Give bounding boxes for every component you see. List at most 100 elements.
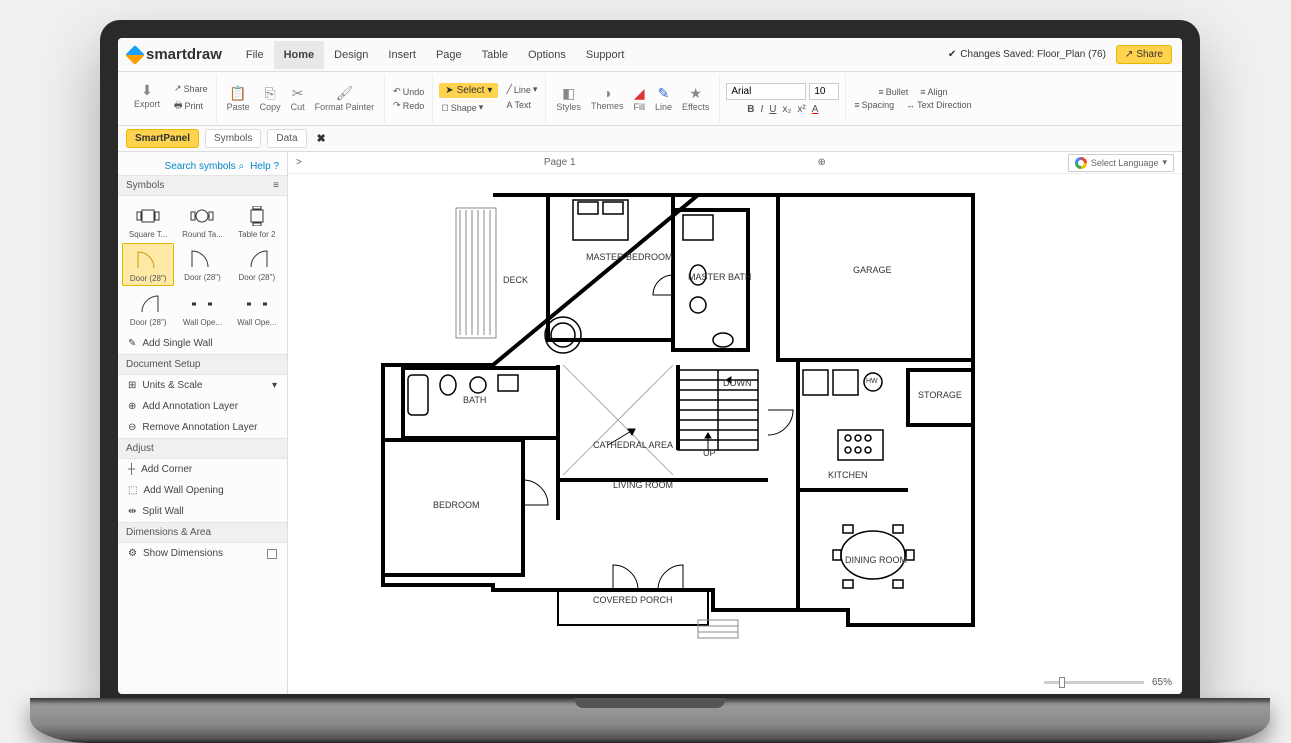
text-tool-button[interactable]: A Text [504, 99, 539, 111]
symbol-wall-opening-1[interactable]: Wall Ope... [176, 288, 228, 329]
symbol-door-1[interactable]: Door (28") [122, 243, 174, 286]
cut-button[interactable]: ✂Cut [287, 85, 309, 112]
symbols-section-header: Symbols≡ [118, 175, 287, 196]
help-icon: ? [273, 161, 279, 172]
share-button[interactable]: ↗Share [1116, 45, 1172, 64]
dimensions-area-header: Dimensions & Area [118, 522, 287, 543]
zoom-control: 65% [1044, 677, 1172, 688]
ruler-icon: ⊞ [128, 380, 136, 391]
tab-smartpanel[interactable]: SmartPanel [126, 129, 199, 148]
remove-annotation-layer-button[interactable]: ⊖Remove Annotation Layer [118, 417, 287, 438]
tab-symbols[interactable]: Symbols [205, 129, 261, 148]
font-color-button[interactable]: A [812, 104, 819, 115]
underline-button[interactable]: U [769, 104, 776, 115]
copy-button[interactable]: ⎘Copy [256, 85, 285, 112]
export-button[interactable]: ⬇Export [130, 82, 164, 115]
symbol-round-table[interactable]: Round Ta... [176, 200, 228, 241]
styles-button[interactable]: ◧Styles [552, 85, 585, 112]
label-porch: COVERED PORCH [593, 595, 673, 605]
label-up: UP [703, 448, 716, 458]
show-dimensions-toggle[interactable]: ⚙Show Dimensions [118, 543, 287, 564]
units-scale-button[interactable]: ⊞Units & Scale▾ [118, 375, 287, 396]
add-single-wall-button[interactable]: ✎Add Single Wall [118, 333, 287, 354]
add-corner-button[interactable]: ┼Add Corner [118, 459, 287, 480]
label-deck: DECK [503, 275, 528, 285]
print-button[interactable]: 🖶 Print [172, 97, 210, 115]
zoom-slider[interactable] [1044, 681, 1144, 684]
select-tool-button[interactable]: ➤ Select ▾ [439, 83, 498, 98]
label-garage: GARAGE [853, 265, 892, 275]
symbol-wall-opening-2[interactable]: Wall Ope... [231, 288, 283, 329]
search-symbols-link[interactable]: Search symbols ⌕ [165, 161, 245, 172]
label-hw: HW [866, 378, 878, 385]
label-kitchen: KITCHEN [828, 470, 868, 480]
menu-insert[interactable]: Insert [378, 41, 426, 69]
paste-button[interactable]: 📋Paste [223, 85, 254, 112]
menu-page[interactable]: Page [426, 41, 472, 69]
adjust-header: Adjust [118, 438, 287, 459]
shape-tool-button[interactable]: ◻ Shape ▾ [439, 101, 498, 114]
opening-icon: ⬚ [128, 485, 137, 496]
panel-close-button[interactable]: ✖ [313, 132, 330, 145]
add-wall-opening-button[interactable]: ⬚Add Wall Opening [118, 480, 287, 501]
symbol-door-3[interactable]: Door (28") [231, 243, 283, 286]
bold-button[interactable]: B [747, 104, 754, 115]
menu-options[interactable]: Options [518, 41, 576, 69]
canvas-area[interactable]: > Page 1 ⊕ Select Language▾ [288, 152, 1182, 694]
share-icon: ↗ [1125, 49, 1133, 60]
text-direction-button[interactable]: ↔ Text Direction [904, 99, 974, 111]
font-size-select[interactable] [809, 83, 839, 100]
share-small-button[interactable]: ↗ Share [172, 82, 210, 95]
pencil-icon: ✎ [128, 338, 136, 349]
symbol-table-for-2[interactable]: Table for 2 [231, 200, 283, 241]
label-bath: BATH [463, 395, 486, 405]
line-style-button[interactable]: ✎Line [651, 85, 676, 112]
superscript-button[interactable]: x² [797, 104, 805, 115]
gear-icon: ⚙ [128, 548, 137, 559]
layer-minus-icon: ⊖ [128, 422, 136, 433]
label-cathedral: CATHEDRAL AREA [593, 440, 673, 450]
corner-icon: ┼ [128, 464, 135, 475]
split-wall-button[interactable]: ⇹Split Wall [118, 501, 287, 522]
themes-button[interactable]: ◑Themes [587, 85, 628, 112]
language-selector[interactable]: Select Language▾ [1068, 154, 1174, 172]
symbols-grid: Square T... Round Ta... Table for 2 Door… [118, 196, 287, 333]
effects-button[interactable]: ★Effects [678, 85, 713, 112]
menu-support[interactable]: Support [576, 41, 635, 69]
menu-table[interactable]: Table [472, 41, 518, 69]
redo-button[interactable]: ↷ Redo [391, 99, 426, 112]
add-annotation-layer-button[interactable]: ⊕Add Annotation Layer [118, 396, 287, 417]
symbol-square-table[interactable]: Square T... [122, 200, 174, 241]
help-link[interactable]: Help ? [250, 161, 279, 172]
bullet-button[interactable]: ≡ Bullet [876, 86, 910, 98]
label-bedroom: BEDROOM [433, 500, 480, 510]
logo-icon [125, 45, 145, 65]
format-painter-button[interactable]: 🖌Format Painter [311, 85, 379, 112]
menu-icon[interactable]: ≡ [273, 180, 279, 191]
page-label: Page 1 [544, 157, 576, 168]
symbol-door-2[interactable]: Door (28") [176, 243, 228, 286]
menu-home[interactable]: Home [274, 41, 325, 69]
fill-button[interactable]: ◢Fill [629, 85, 649, 112]
tab-data[interactable]: Data [267, 129, 306, 148]
menu-file[interactable]: File [236, 41, 274, 69]
label-master-bedroom: MASTER BEDROOM [586, 252, 673, 262]
main-menu: File Home Design Insert Page Table Optio… [236, 41, 635, 69]
menu-design[interactable]: Design [324, 41, 378, 69]
search-icon: ⌕ [238, 161, 244, 172]
italic-button[interactable]: I [760, 104, 763, 115]
symbol-door-4[interactable]: Door (28") [122, 288, 174, 329]
doc-setup-header: Document Setup [118, 354, 287, 375]
add-page-button[interactable]: ⊕ [818, 157, 826, 168]
line-tool-button[interactable]: ╱ Line ▾ [504, 83, 539, 96]
font-family-select[interactable] [726, 83, 806, 100]
split-icon: ⇹ [128, 506, 136, 517]
align-button[interactable]: ≡ Align [918, 86, 949, 98]
undo-button[interactable]: ↶ Undo [391, 85, 426, 98]
floorplan-drawing[interactable]: DECK MASTER BEDROOM MASTER BATH GARAGE B… [348, 180, 988, 630]
ribbon-toolbar: ⬇Export ↗ Share 🖶 Print 📋Paste ⎘Copy ✂Cu… [118, 72, 1182, 126]
prev-page-button[interactable]: > [296, 157, 302, 168]
subscript-button[interactable]: x₂ [783, 104, 792, 115]
label-master-bath: MASTER BATH [688, 272, 751, 282]
spacing-button[interactable]: ≡ Spacing [852, 99, 896, 111]
